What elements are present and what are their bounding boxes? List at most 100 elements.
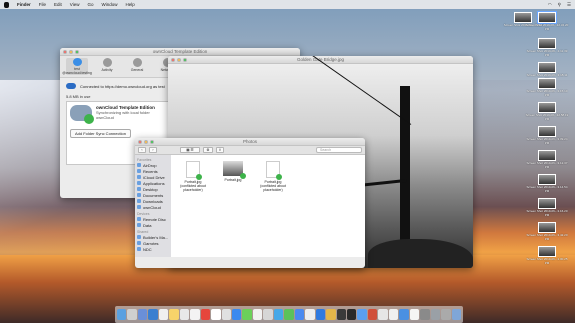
dock-app-icon[interactable] [284, 309, 294, 320]
document-icon [137, 193, 141, 197]
dock-app-icon[interactable] [388, 309, 399, 320]
arrange-button[interactable]: ⚙ [203, 147, 213, 153]
menu-view[interactable]: View [70, 2, 80, 7]
general-icon [132, 58, 142, 67]
dock-app-icon[interactable] [169, 309, 179, 320]
menu-app-name[interactable]: Finder [17, 2, 31, 7]
dock-app-icon[interactable] [273, 309, 284, 320]
dock-app-icon[interactable] [315, 309, 326, 320]
dock-app-icon[interactable] [346, 309, 357, 320]
desktop-screenshot-icon[interactable]: Screen Shot 2019-06-..1.11.39 PM [525, 38, 569, 57]
sidebar-item-label: AirDrop [143, 162, 157, 168]
menu-bar: Finder File Edit View Go Window Help ◠ ⚲… [0, 0, 575, 9]
file-item[interactable]: Portrait.jpg (conflicted about placehold… [257, 161, 289, 251]
bridge-cable [308, 56, 412, 125]
dock-app-icon[interactable] [200, 309, 211, 320]
tab-account[interactable]: test @owncloud.testing [62, 58, 92, 75]
dock-app-icon[interactable] [179, 309, 190, 320]
tab-activity-label: Activity [101, 68, 113, 72]
dock-app-icon[interactable] [127, 309, 137, 320]
dock-app-icon[interactable] [211, 309, 221, 320]
dock-app-icon[interactable] [158, 309, 169, 320]
menu-file[interactable]: File [39, 2, 46, 7]
finder-window: Photos ‹ › ▦ ☰ ⚙ ⇪ Search Favorites AirD… [135, 138, 365, 268]
dock-app-icon[interactable] [137, 309, 148, 320]
desktop-screenshot-icon[interactable]: Screen Shot 2019-06-..3.14.54 PM [525, 174, 569, 193]
finder-titlebar[interactable]: Photos [135, 138, 365, 146]
view-mode-control[interactable]: ▦ ☰ [180, 147, 200, 153]
apple-icon[interactable] [4, 1, 9, 8]
sidebar-item-shared-3[interactable]: NDC [137, 246, 169, 252]
sidebar-item-label: Downloads [143, 198, 163, 204]
computer-icon [137, 235, 141, 239]
screenshot-thumbnail-icon [538, 246, 556, 257]
desktop-screenshot-icon[interactable]: Screen Shot 2019-06-..3.16.20 PM [525, 198, 569, 217]
cloud-icon [137, 175, 141, 179]
check-icon [84, 114, 94, 124]
owncloud-titlebar[interactable]: ownCloud Template Edition [60, 48, 300, 56]
dock-app-icon[interactable] [190, 309, 200, 320]
dock-app-icon[interactable] [294, 309, 305, 320]
dock-app-icon[interactable] [357, 309, 367, 320]
wifi-icon[interactable]: ◠ [548, 2, 552, 8]
desktop-icon-label: Screen Shot 2019-06-..3.09.24 PM [526, 137, 568, 145]
dock-app-icon[interactable] [148, 309, 158, 320]
notification-icon[interactable]: ☰ [567, 2, 571, 8]
add-folder-sync-button[interactable]: Add Folder Sync Connection [70, 129, 131, 138]
cloud-icon [70, 105, 94, 124]
desktop-screenshot-icon[interactable]: Screen Shot 2019-06-..3.42.20 PM [525, 222, 569, 241]
sidebar-item-data[interactable]: Data [137, 222, 169, 228]
dock-app-icon[interactable] [231, 309, 242, 320]
desktop-icon-label: Screen Shot 2019-06-..3.16.20 PM [526, 209, 568, 217]
menu-edit[interactable]: Edit [54, 2, 62, 7]
desktop-screenshot-icon[interactable]: Screen Shot 2019-06-..3.09.24 PM [525, 126, 569, 145]
dock-app-icon[interactable] [221, 309, 231, 320]
desktop-screenshot-icon[interactable]: Screen Shot 2019-06-..12.34.20 PM [525, 11, 569, 31]
dock-app-icon[interactable] [252, 309, 263, 320]
dock-app-icon[interactable] [378, 309, 388, 320]
menu-help[interactable]: Help [126, 2, 135, 7]
dock-app-icon[interactable] [367, 309, 378, 320]
dock-app-icon[interactable] [336, 309, 346, 320]
dock-app-icon[interactable] [399, 309, 409, 320]
menu-go[interactable]: Go [87, 2, 93, 7]
dock-app-icon[interactable] [305, 309, 315, 320]
check-icon [196, 174, 202, 180]
document-icon [186, 161, 202, 180]
tab-general-label: General [130, 68, 144, 72]
account-icon [72, 58, 82, 66]
desktop-screenshot-icon[interactable]: Screen Shot 2019-06-..3.15.19 PM [525, 78, 569, 97]
dock-app-icon[interactable] [263, 309, 273, 320]
desktop-icon-label: Screen Shot 2019-06-..3.12.37 PM [526, 161, 568, 169]
dock-app-icon[interactable] [451, 309, 461, 320]
back-button[interactable]: ‹ [138, 147, 146, 153]
desktop-icon-label: Screen Shot 2019-06-..12.34.20 PM [525, 23, 569, 31]
tab-account-label: test @owncloud.testing [62, 67, 92, 75]
dock-app-icon[interactable] [420, 309, 430, 320]
check-icon [240, 173, 246, 179]
dock-app-icon[interactable] [326, 309, 336, 320]
rocks [368, 239, 473, 268]
forward-button[interactable]: › [149, 147, 157, 153]
dock-app-icon[interactable] [430, 309, 441, 320]
tab-activity[interactable]: Activity [96, 58, 118, 75]
file-item[interactable]: Portrait.jpg (conflicted about placehold… [177, 161, 209, 251]
file-item[interactable]: Portrait.jpg [217, 161, 249, 251]
dock-app-icon[interactable] [242, 309, 252, 320]
dock-app-icon[interactable] [409, 309, 420, 320]
sidebar-item-owncloud[interactable]: ownCloud [137, 204, 169, 210]
search-field[interactable]: Search [316, 147, 362, 153]
dock-app-icon[interactable] [441, 309, 451, 320]
screenshot-thumbnail-icon [538, 102, 556, 113]
share-button[interactable]: ⇪ [216, 147, 224, 153]
dock-app-icon[interactable] [117, 309, 127, 320]
spotlight-icon[interactable]: ⚲ [558, 2, 561, 8]
disc-icon [137, 217, 141, 221]
desktop-icon-label: Screen Shot 2019-06-..3.14.54 PM [526, 185, 568, 193]
tab-general[interactable]: General [126, 58, 148, 75]
desktop-screenshot-icon[interactable]: Screen Shot 2019-06-..12.58.19 PM [525, 102, 569, 121]
menu-window[interactable]: Window [102, 2, 118, 7]
desktop-screenshot-icon[interactable]: Screen Shot 2019-06-..3.12.37 PM [525, 150, 569, 169]
desktop-screenshot-icon[interactable]: Screen Shot 2019-06-..1.00.25 PM [525, 246, 569, 265]
finder-sidebar: Favorites AirDrop Recents iCloud Drive A… [135, 155, 171, 257]
